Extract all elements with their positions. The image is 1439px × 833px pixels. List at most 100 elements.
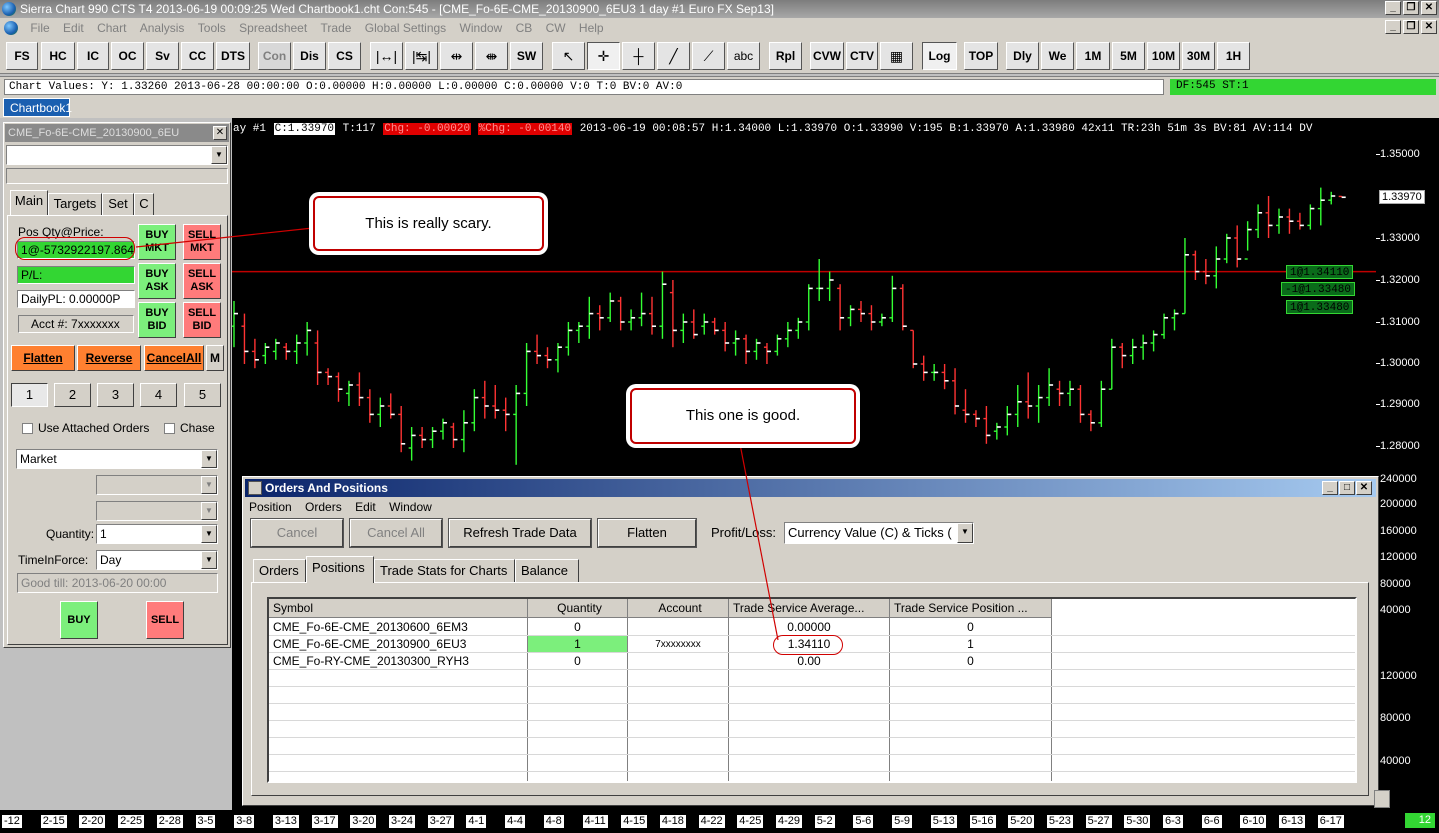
child-close-button[interactable]: ✕	[1421, 20, 1437, 34]
menu-window[interactable]: Window	[455, 18, 508, 38]
line-tool-icon[interactable]: ╱	[657, 42, 690, 70]
account-field[interactable]: Acct #: 7xxxxxxx	[18, 315, 134, 333]
col-symbol[interactable]: Symbol	[269, 599, 528, 618]
orders-minimize-button[interactable]: _	[1322, 481, 1338, 495]
menu-global-settings[interactable]: Global Settings	[360, 18, 451, 38]
restore-button[interactable]: ❐	[1403, 1, 1419, 15]
order-label-3[interactable]: 1@1.33480	[1286, 300, 1354, 314]
chevron-down-icon[interactable]: ▼	[957, 523, 973, 543]
dis-button[interactable]: Dis	[293, 42, 326, 70]
time-in-force-select[interactable]: Day ▼	[96, 550, 218, 570]
child-window-globe-icon[interactable]	[4, 21, 18, 35]
refresh-trade-data-button[interactable]: Refresh Trade Data	[448, 518, 592, 548]
cancel-all-button[interactable]: CancelAll	[144, 345, 204, 371]
daily-button[interactable]: Dly	[1006, 42, 1039, 70]
orders-menu-window[interactable]: Window	[389, 500, 432, 514]
chevron-down-icon[interactable]: ▼	[201, 551, 217, 569]
menu-cw[interactable]: CW	[541, 18, 571, 38]
sell-bid-button[interactable]: SELL BID	[183, 302, 221, 338]
tab-c[interactable]: C	[134, 193, 154, 215]
qty-preset-3[interactable]: 3	[97, 383, 134, 407]
expand-bars-icon[interactable]: ⇹	[440, 42, 473, 70]
col-quantity[interactable]: Quantity	[528, 599, 628, 618]
minimize-button[interactable]: _	[1385, 1, 1401, 15]
cursor-tool-icon[interactable]: ┼	[622, 42, 655, 70]
weekly-button[interactable]: We	[1041, 42, 1074, 70]
pointer-icon[interactable]: ↖	[552, 42, 585, 70]
tab-set[interactable]: Set	[102, 193, 134, 215]
tab-trade-stats[interactable]: Trade Stats for Charts	[374, 559, 515, 582]
scale-inward-icon[interactable]: |↹|	[405, 42, 438, 70]
qty-preset-4[interactable]: 4	[140, 383, 177, 407]
chevron-down-icon[interactable]: ▼	[211, 146, 227, 164]
col-position[interactable]: Trade Service Position ...	[890, 599, 1052, 618]
tab-balance[interactable]: Balance	[515, 559, 579, 582]
use-attached-orders-checkbox[interactable]	[22, 423, 33, 434]
buy-bid-button[interactable]: BUY BID	[138, 302, 176, 338]
tab-orders[interactable]: Orders	[253, 559, 306, 582]
buy-ask-button[interactable]: BUY ASK	[138, 263, 176, 299]
chartbook-tab[interactable]: Chartbook1	[3, 98, 72, 117]
row3-symbol[interactable]: CME_Fo-RY-CME_20130300_RYH3	[273, 653, 523, 670]
order-label-1[interactable]: 1@1.34110	[1286, 265, 1354, 279]
1h-button[interactable]: 1H	[1217, 42, 1250, 70]
1m-button[interactable]: 1M	[1076, 42, 1110, 70]
ray-tool-icon[interactable]: ⟋	[692, 42, 725, 70]
ic-button[interactable]: IC	[77, 42, 109, 70]
menu-cb[interactable]: CB	[511, 18, 538, 38]
tab-main[interactable]: Main	[10, 190, 48, 215]
tab-targets[interactable]: Targets	[48, 193, 102, 215]
qty-preset-2[interactable]: 2	[54, 383, 91, 407]
menu-help[interactable]: Help	[574, 18, 609, 38]
scale-width-icon[interactable]: |↔|	[370, 42, 403, 70]
10m-button[interactable]: 10M	[1147, 42, 1180, 70]
sell-market-button[interactable]: SELL MKT	[183, 224, 221, 260]
col-account[interactable]: Account	[628, 599, 729, 618]
menu-file[interactable]: File	[25, 18, 54, 38]
profit-loss-select[interactable]: Currency Value (C) & Ticks (▼	[784, 522, 974, 544]
qty-preset-1[interactable]: 1	[11, 383, 48, 407]
m-button[interactable]: M	[206, 345, 224, 371]
chevron-down-icon[interactable]: ▼	[201, 525, 217, 543]
ctv-button[interactable]: CTV	[846, 42, 878, 70]
cc-button[interactable]: CC	[181, 42, 214, 70]
compress-bars-icon[interactable]: ⇼	[475, 42, 508, 70]
order-type-select[interactable]: Market ▼	[16, 449, 218, 469]
top-button[interactable]: TOP	[964, 42, 998, 70]
reverse-button[interactable]: Reverse	[77, 345, 141, 371]
chart-scroll-handle[interactable]	[1374, 790, 1390, 808]
dts-button[interactable]: DTS	[216, 42, 250, 70]
chase-checkbox[interactable]	[164, 423, 175, 434]
log-button[interactable]: Log	[922, 42, 957, 70]
cvw-button[interactable]: CVW	[810, 42, 844, 70]
row1-symbol[interactable]: CME_Fo-6E-CME_20130600_6EM3	[273, 619, 523, 636]
sv-button[interactable]: Sv	[146, 42, 179, 70]
menu-analysis[interactable]: Analysis	[135, 18, 190, 38]
hc-button[interactable]: HC	[41, 42, 75, 70]
text-tool-button[interactable]: abc	[727, 42, 760, 70]
menu-spreadsheet[interactable]: Spreadsheet	[234, 18, 312, 38]
menu-tools[interactable]: Tools	[193, 18, 231, 38]
menu-trade[interactable]: Trade	[316, 18, 357, 38]
row2-symbol[interactable]: CME_Fo-6E-CME_20130900_6EU3	[273, 636, 523, 653]
crosshair-icon[interactable]: ✛	[587, 42, 620, 70]
con-button[interactable]: Con	[258, 42, 291, 70]
chevron-down-icon[interactable]: ▼	[201, 450, 217, 468]
sell-ask-button[interactable]: SELL ASK	[183, 263, 221, 299]
cancel-all-orders-button[interactable]: Cancel All	[349, 518, 443, 548]
5m-button[interactable]: 5M	[1112, 42, 1145, 70]
orders-close-button[interactable]: ✕	[1356, 481, 1372, 495]
date-axis[interactable]: 12 -12 2-15 2-20 2-25 2-28 3-5 3-8 3-13 3-17 3-20…	[0, 810, 1439, 833]
buy-market-button[interactable]: BUY MKT	[138, 224, 176, 260]
child-minimize-button[interactable]: _	[1385, 20, 1401, 34]
quantity-select[interactable]: 1 ▼	[96, 524, 218, 544]
tab-positions[interactable]: Positions	[306, 556, 374, 583]
cs-button[interactable]: CS	[328, 42, 361, 70]
symbol-combo[interactable]: ▼	[6, 145, 228, 165]
price-axis[interactable]: 1.35000 1.33970 1.33000 1.32000 1.31000 …	[1376, 118, 1439, 810]
flatten-positions-button[interactable]: Flatten	[597, 518, 697, 548]
sell-button[interactable]: SELL	[146, 601, 184, 639]
order-label-2[interactable]: -1@1.33480	[1281, 282, 1356, 296]
qty-preset-5[interactable]: 5	[184, 383, 221, 407]
orders-maximize-button[interactable]: □	[1339, 481, 1355, 495]
